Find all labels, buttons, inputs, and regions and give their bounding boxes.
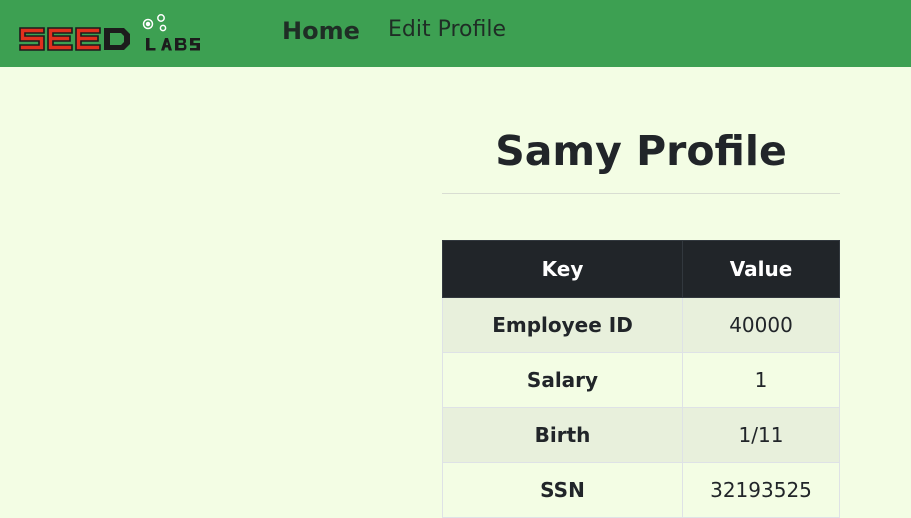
table-row: Employee ID 40000 bbox=[442, 297, 840, 353]
gear-icon bbox=[142, 14, 167, 32]
title-divider bbox=[442, 193, 840, 194]
row-key: Salary bbox=[442, 352, 683, 408]
row-value: 40000 bbox=[682, 297, 840, 353]
nav-home-link[interactable]: Home bbox=[282, 17, 360, 45]
row-value: 32193525 bbox=[682, 462, 840, 518]
seedlabs-logo[interactable] bbox=[18, 12, 218, 56]
column-header-value: Value bbox=[682, 240, 840, 298]
profile-table: Key Value Employee ID 40000 Salary 1 Bir… bbox=[442, 240, 840, 518]
row-value: 1/11 bbox=[682, 407, 840, 463]
nav-edit-profile-link[interactable]: Edit Profile bbox=[388, 17, 506, 42]
row-key: Birth bbox=[442, 407, 683, 463]
row-key: Employee ID bbox=[442, 297, 683, 353]
table-header-row: Key Value bbox=[442, 240, 840, 298]
page-title: Samy Profile bbox=[495, 127, 787, 175]
column-header-key: Key bbox=[442, 240, 683, 298]
row-key: SSN bbox=[442, 462, 683, 518]
top-navbar: Home Edit Profile bbox=[0, 0, 911, 67]
table-row: Salary 1 bbox=[442, 352, 840, 408]
table-row: Birth 1/11 bbox=[442, 407, 840, 463]
row-value: 1 bbox=[682, 352, 840, 408]
table-row: SSN 32193525 bbox=[442, 462, 840, 518]
